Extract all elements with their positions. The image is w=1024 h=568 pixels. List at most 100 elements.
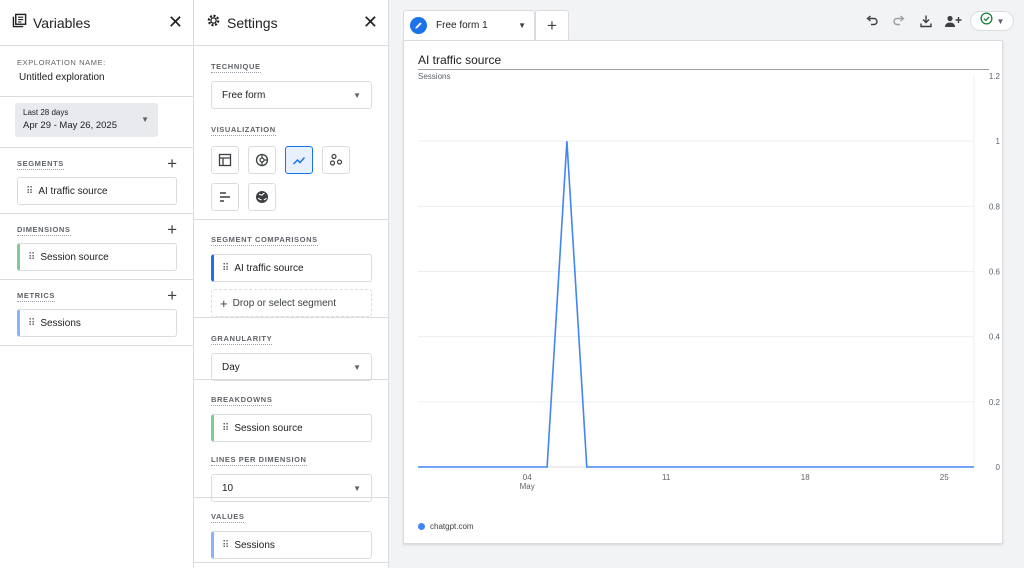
values-section: VALUES ⠿ Sessions — [194, 498, 388, 563]
lines-per-dimension-value: 10 — [222, 482, 234, 494]
exploration-name-section: EXPLORATION NAME: Untitled exploration — [0, 46, 193, 97]
variables-icon — [12, 13, 27, 33]
tab-free-form-1[interactable]: Free form 1 ▼ — [403, 10, 535, 40]
breakdowns-label: BREAKDOWNS — [211, 395, 273, 406]
series-line[interactable] — [418, 141, 974, 468]
dimension-label: Session source — [40, 251, 109, 263]
add-segment-icon[interactable]: + — [167, 155, 177, 172]
granularity-value: Day — [222, 361, 240, 373]
x-tick-label: 18 — [801, 473, 810, 482]
drag-handle-icon[interactable]: ⠿ — [222, 263, 229, 274]
breakdown-chip[interactable]: ⠿ Session source — [211, 414, 372, 442]
x-tick-label: 25 — [940, 473, 949, 482]
globe-icon[interactable] — [248, 183, 276, 211]
toolbar: ▼ — [862, 11, 1014, 31]
redo-icon[interactable] — [889, 11, 909, 31]
legend-label: chatgpt.com — [430, 522, 474, 531]
chevron-down-icon: ▼ — [353, 362, 361, 372]
granularity-section: GRANULARITY Day ▼ — [194, 318, 388, 381]
exploration-name-label: EXPLORATION NAME: — [17, 58, 106, 67]
chevron-down-icon: ▼ — [141, 115, 149, 124]
y-tick-label: 0.6 — [989, 268, 1001, 277]
granularity-label: GRANULARITY — [211, 334, 273, 345]
pencil-icon[interactable] — [410, 17, 427, 34]
undo-icon[interactable] — [862, 11, 882, 31]
date-range-picker[interactable]: Last 28 days Apr 29 - May 26, 2025 ▼ — [15, 103, 158, 137]
x-tick-sublabel: May — [520, 482, 535, 491]
lines-per-dimension-label: LINES PER DIMENSION — [211, 455, 307, 466]
settings-title: Settings — [227, 14, 278, 31]
dimensions-section: DIMENSIONS + ⠿ Session source — [0, 214, 193, 280]
segments-label: SEGMENTS — [17, 158, 64, 170]
metrics-label: METRICS — [17, 290, 55, 302]
plus-icon: + — [220, 295, 228, 311]
granularity-select[interactable]: Day ▼ — [211, 353, 372, 381]
y-tick-label: 0 — [996, 463, 1001, 472]
drag-handle-icon[interactable]: ⠿ — [28, 318, 35, 329]
technique-section: TECHNIQUE Free form ▼ VISUALIZATION — [194, 46, 388, 220]
gear-icon — [206, 13, 221, 33]
drag-handle-icon[interactable]: ⠿ — [222, 423, 229, 434]
scatter-plot-icon[interactable] — [322, 146, 350, 174]
canvas-area: Free form 1 ▼ + ▼ AI traffic source Sess… — [389, 0, 1024, 568]
legend-swatch — [418, 523, 425, 530]
breakdown-label: Session source — [234, 422, 303, 434]
visualization-picker — [211, 146, 372, 211]
dimension-chip[interactable]: ⠿ Session source — [17, 243, 177, 271]
chart-legend: chatgpt.com — [418, 522, 474, 531]
add-metric-icon[interactable]: + — [167, 287, 177, 304]
metric-label: Sessions — [40, 317, 81, 329]
chevron-down-icon[interactable]: ▼ — [518, 21, 526, 30]
variables-panel: Variables ✕ EXPLORATION NAME: Untitled e… — [0, 0, 194, 568]
share-user-icon[interactable] — [943, 11, 963, 31]
donut-chart-icon[interactable] — [248, 146, 276, 174]
technique-select[interactable]: Free form ▼ — [211, 81, 372, 109]
bar-chart-icon[interactable] — [211, 183, 239, 211]
segment-comparisons-label: SEGMENT COMPARISONS — [211, 235, 318, 246]
technique-label: TECHNIQUE — [211, 62, 261, 73]
date-range-value: Apr 29 - May 26, 2025 — [23, 120, 117, 131]
close-settings-icon[interactable]: ✕ — [363, 12, 378, 33]
settings-header: Settings ✕ — [194, 0, 388, 46]
drop-segment-target[interactable]: + Drop or select segment — [211, 289, 372, 317]
table-icon[interactable] — [211, 146, 239, 174]
technique-value: Free form — [222, 89, 266, 101]
segment-comparison-label: AI traffic source — [234, 262, 304, 274]
drag-handle-icon[interactable]: ⠿ — [222, 540, 229, 551]
chevron-down-icon: ▼ — [353, 90, 361, 100]
date-range-label: Last 28 days — [23, 108, 69, 117]
y-tick-label: 0.8 — [989, 202, 1001, 211]
chevron-down-icon: ▼ — [353, 483, 361, 493]
x-tick-label: 04 — [523, 473, 532, 482]
line-chart[interactable]: 0 0.2 0.4 0.6 0.8 1 1.2 04May 11 18 25 — [404, 41, 1004, 545]
date-range-section: Last 28 days Apr 29 - May 26, 2025 ▼ — [0, 97, 193, 148]
plus-icon[interactable]: + — [535, 10, 569, 40]
visualization-label: VISUALIZATION — [211, 125, 276, 136]
status-dropdown[interactable]: ▼ — [970, 11, 1014, 31]
tab-label: Free form 1 — [436, 20, 488, 31]
chevron-down-icon: ▼ — [996, 16, 1005, 26]
y-tick-label: 0.4 — [989, 333, 1001, 342]
close-variables-icon[interactable]: ✕ — [168, 12, 183, 33]
segment-comparison-chip[interactable]: ⠿ AI traffic source — [211, 254, 372, 282]
value-label: Sessions — [234, 539, 275, 551]
metric-chip[interactable]: ⠿ Sessions — [17, 309, 177, 337]
settings-panel: Settings ✕ TECHNIQUE Free form ▼ VISUALIZ… — [194, 0, 389, 568]
values-label: VALUES — [211, 512, 245, 523]
dimensions-label: DIMENSIONS — [17, 224, 71, 236]
x-tick-label: 11 — [662, 473, 671, 482]
add-dimension-icon[interactable]: + — [167, 221, 177, 238]
breakdowns-section: BREAKDOWNS ⠿ Session source LINES PER DIM… — [194, 380, 388, 502]
drag-handle-icon[interactable]: ⠿ — [28, 252, 35, 263]
variables-title: Variables — [33, 14, 91, 31]
y-tick-label: 1.2 — [989, 72, 1001, 81]
drag-handle-icon[interactable]: ⠿ — [26, 186, 33, 197]
drop-segment-label: Drop or select segment — [232, 297, 336, 309]
exploration-name[interactable]: Untitled exploration — [19, 72, 177, 83]
y-tick-label: 1 — [996, 137, 1001, 146]
segment-chip[interactable]: ⠿ AI traffic source — [17, 177, 177, 205]
line-chart-icon[interactable] — [285, 146, 313, 174]
value-chip[interactable]: ⠿ Sessions — [211, 531, 372, 559]
y-tick-label: 0.2 — [989, 398, 1001, 407]
download-icon[interactable] — [916, 11, 936, 31]
